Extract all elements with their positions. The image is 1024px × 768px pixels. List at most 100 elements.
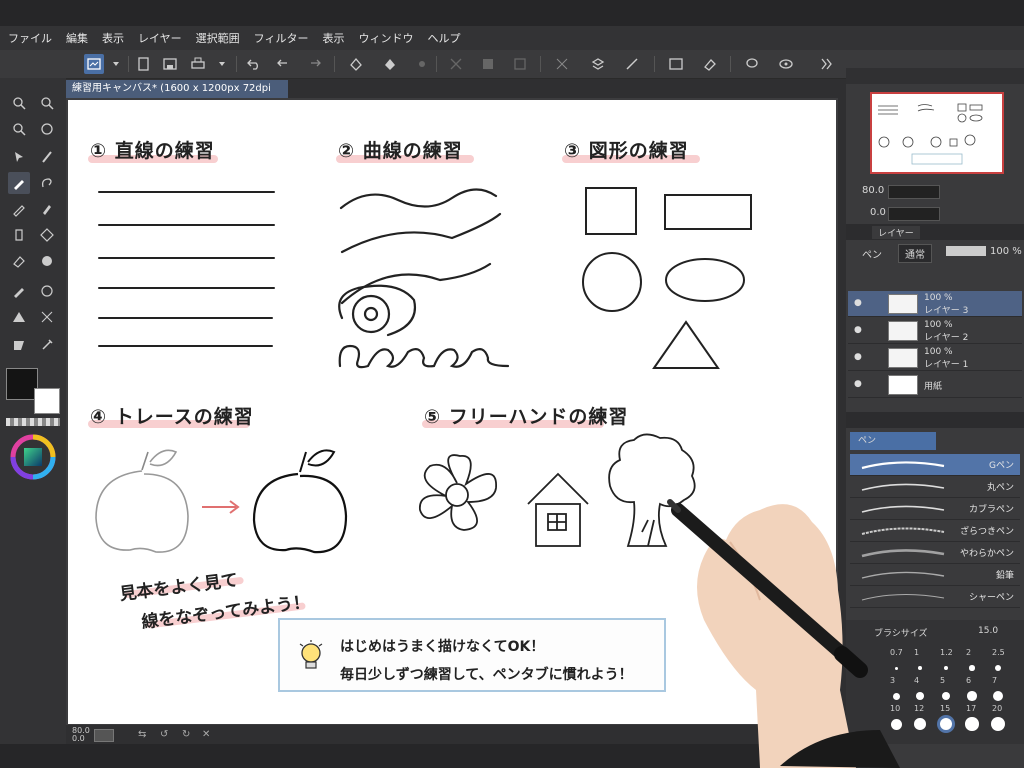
- move-layer-icon[interactable]: [36, 146, 58, 168]
- zoom-icon[interactable]: [8, 92, 30, 114]
- section-title-freehand: ⑤ フリーハンドの練習: [424, 406, 629, 428]
- rotate-view-icon[interactable]: [36, 118, 58, 140]
- menu-filter[interactable]: フィルター: [254, 30, 309, 46]
- layer-thumbnail: [888, 348, 918, 368]
- blend-tool-icon[interactable]: [36, 250, 58, 272]
- layer-row[interactable]: ● 用紙: [848, 372, 1022, 398]
- menu-selection[interactable]: 選択範囲: [196, 30, 240, 46]
- transparent-color-swatch[interactable]: [6, 418, 60, 426]
- layer-row[interactable]: ● 100 % レイヤー 1: [848, 345, 1022, 371]
- rotation-row: 0.0: [850, 202, 1022, 226]
- new-file-icon[interactable]: [134, 54, 154, 74]
- ruler-tool-icon[interactable]: [36, 306, 58, 328]
- clear-icon[interactable]: [478, 54, 498, 74]
- zoom-in-icon[interactable]: [36, 92, 58, 114]
- straight-line-samples: [98, 191, 275, 347]
- brush-name: カブラペン: [968, 505, 1014, 515]
- brush-tool-icon[interactable]: [36, 198, 58, 220]
- print-icon[interactable]: [188, 54, 208, 74]
- brush-size-option[interactable]: [969, 665, 975, 671]
- rotation-slider[interactable]: [888, 207, 940, 221]
- apple-trace-samples: [95, 449, 348, 554]
- redo-icon[interactable]: [304, 54, 324, 74]
- brush-size-option[interactable]: [965, 717, 979, 731]
- document-tab[interactable]: 練習用キャンバス* (1600 x 1200px 72dpi 80.0%): [66, 80, 288, 112]
- sub-color-swatch[interactable]: [34, 388, 60, 414]
- layer-row[interactable]: ● 100 % レイヤー 2: [848, 318, 1022, 344]
- expand-chevron-icon[interactable]: [816, 54, 836, 74]
- opacity-slider[interactable]: [946, 246, 986, 256]
- fill-icon[interactable]: [346, 54, 366, 74]
- layer-settings-icon[interactable]: [588, 54, 608, 74]
- menu-view[interactable]: 表示: [102, 30, 124, 46]
- zoom-row: 80.0: [850, 180, 1022, 204]
- visibility-eye-icon[interactable]: ●: [854, 298, 862, 308]
- decoration-tool-icon[interactable]: [36, 224, 58, 246]
- menu-edit[interactable]: 編集: [66, 30, 88, 46]
- brush-size-option-label: 1: [914, 648, 920, 657]
- dropdown-arrow-icon-2[interactable]: [212, 54, 232, 74]
- text-tool-icon[interactable]: [8, 334, 30, 356]
- eyedropper-tool-icon[interactable]: [36, 334, 58, 356]
- brush-size-option[interactable]: [990, 716, 1006, 732]
- save-icon[interactable]: [160, 54, 180, 74]
- brush-size-option-label: 1.2: [940, 648, 953, 657]
- undo-step-icon[interactable]: [274, 54, 294, 74]
- rotate-icon[interactable]: ↺: [160, 729, 168, 740]
- layer-tool-label: ペン: [862, 250, 882, 261]
- zoom-slider[interactable]: [888, 185, 940, 199]
- figure-tool-icon[interactable]: [8, 306, 30, 328]
- status-toggle[interactable]: [94, 729, 114, 742]
- eye-icon[interactable]: [776, 54, 796, 74]
- settings-dim-icon[interactable]: [412, 54, 432, 74]
- lasso-icon[interactable]: [742, 54, 762, 74]
- brush-size-option[interactable]: [918, 666, 922, 670]
- crop-icon[interactable]: [510, 54, 530, 74]
- dropdown-arrow-icon[interactable]: [106, 54, 126, 74]
- flip-icon[interactable]: ⇆: [138, 729, 146, 740]
- image-icon[interactable]: [666, 54, 686, 74]
- layer-thumbnail: [888, 375, 918, 395]
- brush-size-value: 15.0: [978, 626, 999, 636]
- layer-opacity: 100 %: [924, 320, 953, 330]
- undo-icon[interactable]: [244, 54, 264, 74]
- navigator-thumbnail: [878, 103, 983, 165]
- subtool-tab[interactable]: ペン: [850, 432, 936, 450]
- menu-help[interactable]: ヘルプ: [427, 30, 460, 46]
- transform-icon[interactable]: [446, 54, 466, 74]
- pen-tool-icon[interactable]: [8, 172, 30, 194]
- eraser-tool-icon[interactable]: [8, 250, 30, 272]
- blend-mode-select[interactable]: 通常: [898, 244, 932, 263]
- brush-size-option-label: 2.5: [992, 648, 1005, 657]
- visibility-eye-icon[interactable]: ●: [854, 325, 862, 335]
- fill-tool-icon[interactable]: [8, 280, 30, 302]
- navigator-preview[interactable]: [870, 92, 1004, 174]
- color-wheel[interactable]: [10, 434, 56, 480]
- menu-layer[interactable]: レイヤー: [138, 30, 182, 46]
- brush-size-option[interactable]: [916, 692, 924, 700]
- eraser-icon[interactable]: [700, 54, 720, 74]
- layer-tab[interactable]: レイヤー: [872, 226, 920, 239]
- close-icon[interactable]: ✕: [202, 729, 210, 740]
- lasso-tool-icon[interactable]: [36, 172, 58, 194]
- search-icon[interactable]: [8, 118, 30, 140]
- pencil-tool-icon[interactable]: [8, 198, 30, 220]
- layer-row[interactable]: ● 100 % レイヤー 3: [848, 291, 1022, 317]
- gradient-tool-icon[interactable]: [36, 280, 58, 302]
- operation-icon[interactable]: [8, 146, 30, 168]
- canvas-icon[interactable]: [84, 54, 104, 74]
- airbrush-tool-icon[interactable]: [8, 224, 30, 246]
- fill-reference-icon[interactable]: [380, 54, 400, 74]
- brush-size-option[interactable]: [967, 691, 977, 701]
- select-icon[interactable]: [552, 54, 572, 74]
- menu-display[interactable]: 表示: [322, 30, 344, 46]
- visibility-eye-icon[interactable]: ●: [854, 379, 862, 389]
- brush-size-option[interactable]: [914, 718, 926, 730]
- curve-samples: [338, 188, 510, 369]
- menu-window[interactable]: ウィンドウ: [358, 30, 413, 46]
- zoom-value: 80.0: [862, 185, 885, 196]
- reset-icon[interactable]: ↻: [182, 729, 190, 740]
- visibility-eye-icon[interactable]: ●: [854, 352, 862, 362]
- menu-file[interactable]: ファイル: [8, 30, 52, 46]
- ruler-icon[interactable]: [622, 54, 642, 74]
